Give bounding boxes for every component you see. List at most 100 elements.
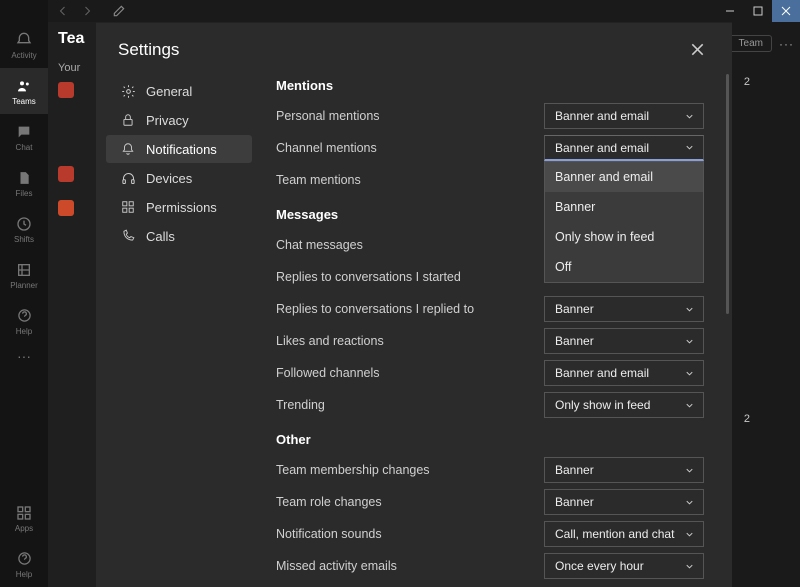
- dropdown-missed-emails[interactable]: Once every hour: [544, 553, 704, 579]
- dropdown-value: Call, mention and chat: [555, 527, 674, 541]
- bg-avatar-chip: [58, 166, 74, 182]
- bg-your: Your: [58, 62, 80, 74]
- dropdown-value: Banner and email: [555, 109, 649, 123]
- rail-label: Activity: [11, 51, 36, 60]
- setting-label: Notification sounds: [276, 527, 382, 541]
- window-controls: [716, 0, 800, 22]
- bell-icon: [120, 141, 136, 157]
- setting-row: Trending Only show in feed: [276, 392, 704, 418]
- lock-icon: [120, 112, 136, 128]
- rail-shifts[interactable]: Shifts: [0, 206, 48, 252]
- shifts-icon: [15, 215, 33, 233]
- setting-row: Missed activity emails Once every hour: [276, 553, 704, 579]
- dropdown-option[interactable]: Banner: [545, 192, 703, 222]
- setting-row: Channel mentions Banner and email Banner…: [276, 135, 704, 161]
- dropdown-likes[interactable]: Banner: [544, 328, 704, 354]
- dropdown-option[interactable]: Off: [545, 252, 703, 282]
- dropdown-value: Banner and email: [555, 366, 649, 380]
- nav-back-icon[interactable]: [54, 2, 72, 20]
- setting-row: Team membership changes Banner: [276, 457, 704, 483]
- window-close[interactable]: [772, 0, 800, 22]
- unread-badge: 2: [744, 413, 750, 425]
- dropdown-value: Banner: [555, 334, 594, 348]
- dropdown-trending[interactable]: Only show in feed: [544, 392, 704, 418]
- dropdown-option[interactable]: Only show in feed: [545, 222, 703, 252]
- rail-label: Help: [16, 570, 32, 579]
- compose-icon[interactable]: [110, 2, 128, 20]
- setting-label: Followed channels: [276, 366, 380, 380]
- rail-more-icon[interactable]: ···: [17, 348, 31, 364]
- grid-icon: [120, 199, 136, 215]
- rail-help[interactable]: Help: [0, 298, 48, 344]
- rail-label: Help: [16, 327, 32, 336]
- sidebar-item-notifications[interactable]: Notifications: [106, 135, 252, 163]
- rail-apps[interactable]: Apps: [0, 495, 48, 541]
- setting-row: Replies to conversations I replied to Ba…: [276, 296, 704, 322]
- help-icon: [15, 307, 33, 325]
- right-bg: [732, 22, 800, 587]
- dropdown-replies-replied[interactable]: Banner: [544, 296, 704, 322]
- setting-label: Chat messages: [276, 238, 363, 252]
- rail-teams[interactable]: Teams: [0, 68, 48, 114]
- dropdown-value: Banner: [555, 463, 594, 477]
- section-header-mentions: Mentions: [276, 78, 704, 93]
- sidebar-item-general[interactable]: General: [106, 77, 252, 105]
- rail-help-bottom[interactable]: Help: [0, 541, 48, 587]
- setting-label: Likes and reactions: [276, 334, 384, 348]
- dropdown-value: Banner and email: [555, 141, 649, 155]
- sidebar-item-label: Devices: [146, 171, 192, 186]
- activity-icon: [15, 31, 33, 49]
- section-header-other: Other: [276, 432, 704, 447]
- dropdown-role[interactable]: Banner: [544, 489, 704, 515]
- apps-icon: [15, 504, 33, 522]
- settings-modal: Settings General Privacy Notifications D…: [96, 22, 732, 587]
- chevron-down-icon: [684, 142, 695, 153]
- setting-row: Followed channels Banner and email: [276, 360, 704, 386]
- dropdown-sounds[interactable]: Call, mention and chat: [544, 521, 704, 547]
- rail-label: Files: [16, 189, 33, 198]
- window-minimize[interactable]: [716, 0, 744, 22]
- sidebar-item-permissions[interactable]: Permissions: [106, 193, 252, 221]
- app-rail: Activity Teams Chat Files Shifts Planner…: [0, 0, 48, 587]
- headset-icon: [120, 170, 136, 186]
- rail-label: Chat: [16, 143, 33, 152]
- chevron-down-icon: [684, 529, 695, 540]
- rail-label: Planner: [10, 281, 38, 290]
- more-icon[interactable]: ···: [779, 37, 794, 51]
- dropdown-membership[interactable]: Banner: [544, 457, 704, 483]
- setting-label: Personal mentions: [276, 109, 380, 123]
- rail-chat[interactable]: Chat: [0, 114, 48, 160]
- help-icon: [15, 550, 33, 568]
- chevron-down-icon: [684, 400, 695, 411]
- setting-label: Team role changes: [276, 495, 382, 509]
- bg-title: Tea: [58, 30, 84, 48]
- rail-planner[interactable]: Planner: [0, 252, 48, 298]
- setting-label: Team membership changes: [276, 463, 430, 477]
- bg-avatar-chip: [58, 200, 74, 216]
- sidebar-item-calls[interactable]: Calls: [106, 222, 252, 250]
- settings-sidebar: General Privacy Notifications Devices Pe…: [106, 64, 260, 587]
- unread-badge: 2: [744, 76, 750, 88]
- dropdown-value: Banner: [555, 495, 594, 509]
- setting-row: Team role changes Banner: [276, 489, 704, 515]
- dropdown-channel-mentions[interactable]: Banner and email: [544, 135, 704, 161]
- dropdown-option[interactable]: Banner and email: [545, 162, 703, 192]
- sidebar-item-privacy[interactable]: Privacy: [106, 106, 252, 134]
- window-maximize[interactable]: [744, 0, 772, 22]
- dropdown-followed[interactable]: Banner and email: [544, 360, 704, 386]
- planner-icon: [15, 261, 33, 279]
- scrollbar-thumb[interactable]: [726, 74, 729, 314]
- bg-list-col: [48, 22, 98, 587]
- rail-files[interactable]: Files: [0, 160, 48, 206]
- modal-header: Settings: [96, 23, 732, 64]
- sidebar-item-label: Permissions: [146, 200, 217, 215]
- files-icon: [15, 169, 33, 187]
- rail-activity[interactable]: Activity: [0, 22, 48, 68]
- dropdown-list: Banner and email Banner Only show in fee…: [544, 161, 704, 283]
- sidebar-item-devices[interactable]: Devices: [106, 164, 252, 192]
- phone-icon: [120, 228, 136, 244]
- close-button[interactable]: [685, 39, 710, 60]
- nav-fwd-icon[interactable]: [78, 2, 96, 20]
- setting-row: Notification sounds Call, mention and ch…: [276, 521, 704, 547]
- dropdown-personal-mentions[interactable]: Banner and email: [544, 103, 704, 129]
